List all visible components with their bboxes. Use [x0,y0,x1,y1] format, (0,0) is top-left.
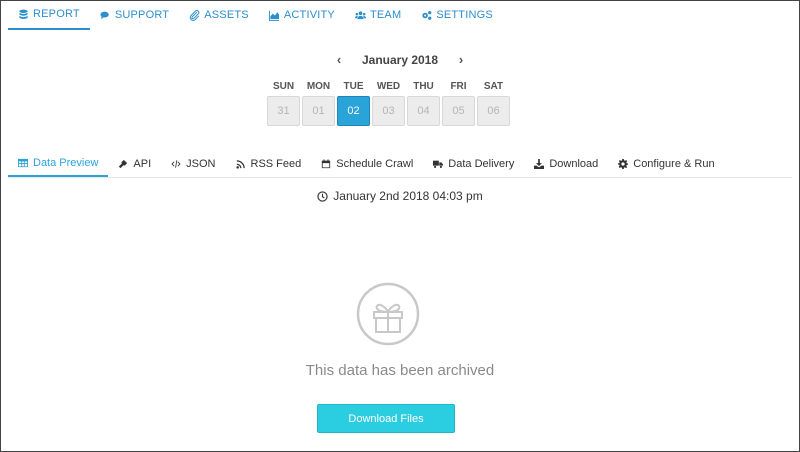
tab-label: API [133,157,152,170]
gears-icon [422,10,432,20]
tab-label: RSS Feed [250,157,302,170]
tab-schedule-crawl[interactable]: Schedule Crawl [311,150,423,177]
tabs-divider [8,177,792,178]
archived-message: This data has been archived [305,362,495,379]
day-column-fri: FRI 05 [442,80,475,126]
day-column-tue: TUE 02 [337,80,370,126]
nav-item-settings[interactable]: SETTINGS [411,0,503,30]
tab-label: Schedule Crawl [336,157,414,170]
calendar-icon [322,158,331,168]
tab-download[interactable]: Download [524,150,608,177]
page-frame [0,0,800,452]
nav-label: TEAM [369,9,402,21]
day-name: SUN [272,81,295,92]
download-files-button[interactable]: Download Files [317,404,455,433]
area-chart-icon [268,10,279,21]
nav-label: ASSETS [204,9,249,21]
code-icon [171,159,181,168]
paperclip-icon [190,9,200,21]
day-column-mon: MON 01 [302,80,335,126]
day-column-thu: THU 04 [407,80,440,126]
month-label: January 2018 [361,52,439,67]
day-button[interactable]: 04 [407,96,440,126]
day-column-sun: SUN 31 [267,80,300,126]
tab-label: Configure & Run [633,157,715,170]
tab-json[interactable]: JSON [161,150,225,177]
plug-icon [119,159,128,168]
day-button[interactable]: 05 [442,96,475,126]
users-icon [354,10,366,19]
next-month-button[interactable]: › [446,52,476,67]
tab-label: Download [549,157,599,170]
rss-icon [235,159,245,169]
nav-label: REPORT [33,8,80,20]
tab-api[interactable]: API [108,150,161,177]
day-button[interactable]: 03 [372,96,405,126]
nav-label: ACTIVITY [283,9,335,21]
gift-icon [356,282,420,346]
day-button[interactable]: 06 [477,96,510,126]
nav-item-activity[interactable]: ACTIVITY [259,0,345,30]
day-column-wed: WED 03 [372,80,405,126]
tab-data-preview[interactable]: Data Preview [8,150,109,177]
tab-label: JSON [186,157,216,170]
nav-item-support[interactable]: SUPPORT [90,0,179,30]
nav-item-report[interactable]: REPORT [8,0,90,30]
table-icon [18,158,28,167]
day-button[interactable]: 01 [302,96,335,126]
tab-configure-run[interactable]: Configure & Run [608,150,724,177]
tab-data-delivery[interactable]: Data Delivery [423,150,524,177]
nav-label: SETTINGS [436,9,493,21]
crawl-timestamp: January 2nd 2018 04:03 pm [0,189,800,203]
day-name: WED [376,81,401,92]
day-column-sat: SAT 06 [477,80,510,126]
day-name: FRI [450,81,467,92]
nav-item-assets[interactable]: ASSETS [179,0,259,30]
gear-icon [618,158,629,169]
month-selector: ‹ January 2018 › [0,52,800,67]
tab-label: Data Preview [33,156,99,169]
day-name: TUE [343,81,364,92]
report-tabs: Data Preview API JSON RSS Feed Schedule … [8,150,725,177]
clock-icon [317,190,328,202]
day-name: THU [413,81,434,92]
database-icon [19,9,28,19]
top-nav: REPORT SUPPORT ASSETS ACTIVITY TEAM SETT… [8,0,503,30]
day-button-selected[interactable]: 02 [337,96,370,126]
prev-month-button[interactable]: ‹ [324,52,354,67]
day-name: MON [306,81,331,92]
nav-label: SUPPORT [114,9,170,21]
comments-icon [100,11,109,19]
day-name: SAT [483,81,504,92]
nav-item-team[interactable]: TEAM [345,0,411,30]
week-days: SUN 31 MON 01 TUE 02 WED 03 THU 04 FRI 0… [267,80,510,126]
truck-icon [433,160,444,168]
tab-rss-feed[interactable]: RSS Feed [226,150,312,177]
day-button[interactable]: 31 [267,96,300,126]
tab-label: Data Delivery [448,157,515,170]
timestamp-text: January 2nd 2018 04:03 pm [333,189,483,203]
download-icon [534,158,545,169]
